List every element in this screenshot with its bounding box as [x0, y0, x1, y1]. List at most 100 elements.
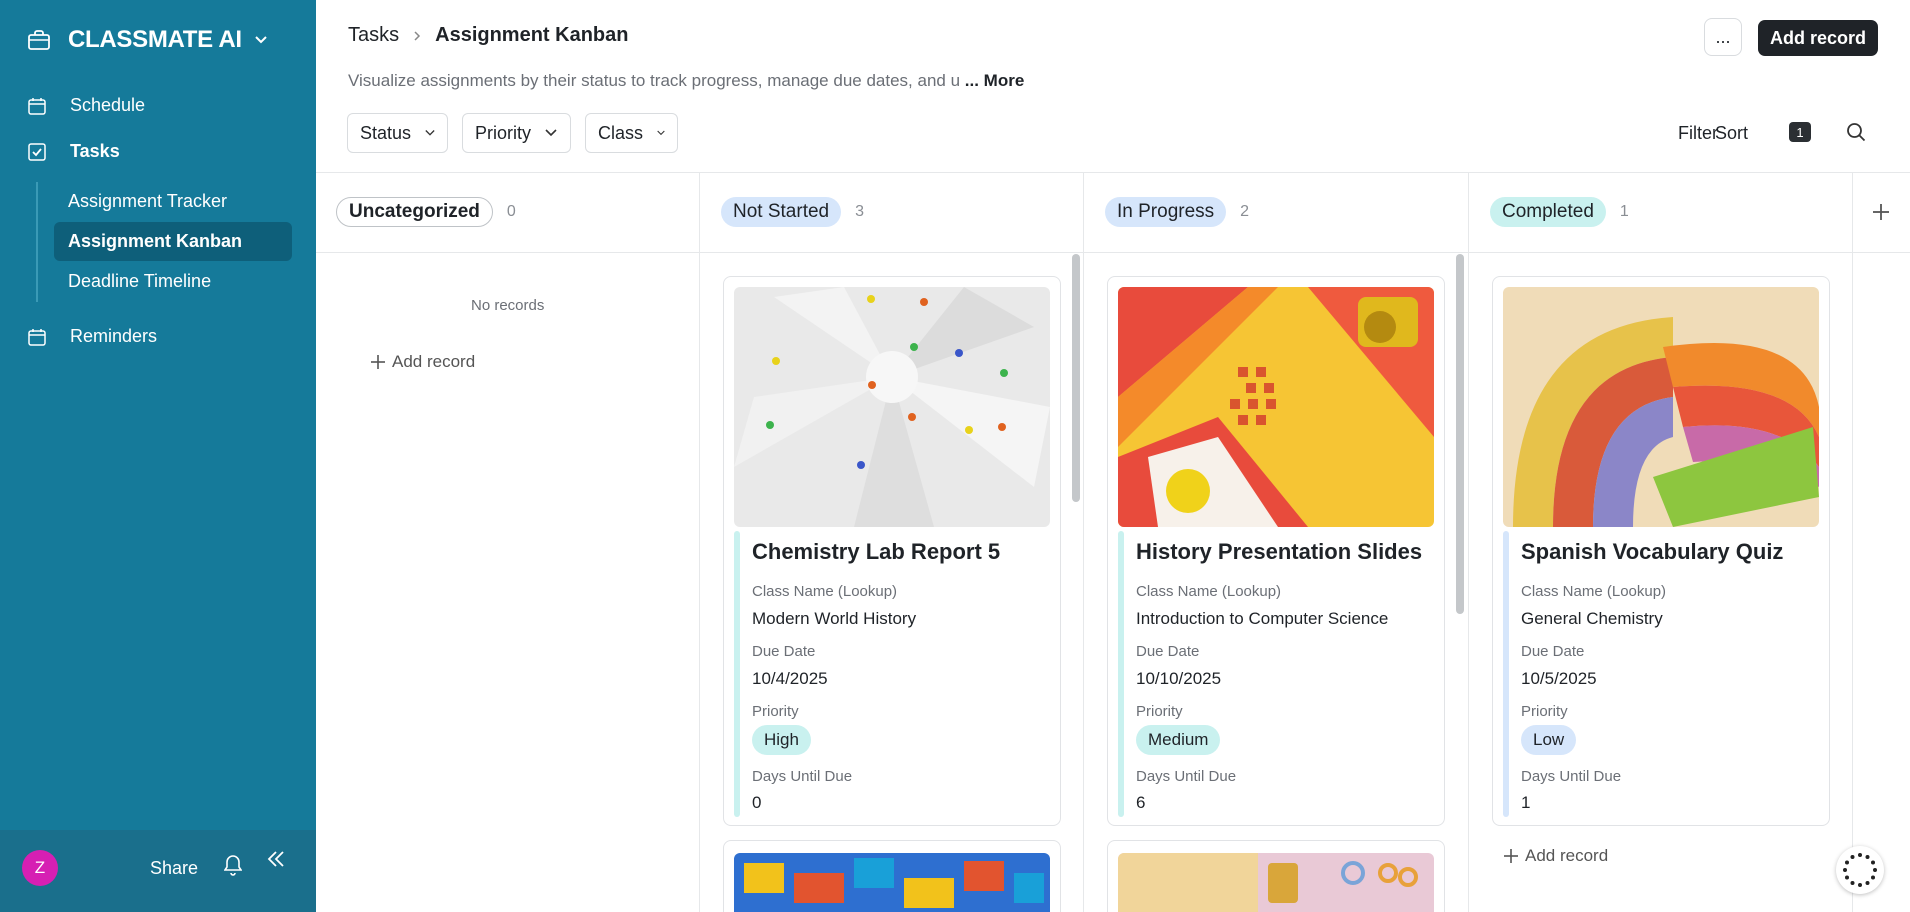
empty-state-text: No records: [471, 297, 545, 314]
add-record-label: Add record: [1525, 846, 1609, 865]
field-value: 6: [1136, 793, 1146, 812]
workspace-switcher[interactable]: CLASSMATE AI: [28, 26, 268, 54]
chevron-right-icon: [414, 30, 421, 41]
breadcrumb: Tasks Assignment Kanban: [348, 24, 628, 47]
priority-badge: Medium: [1136, 725, 1221, 755]
priority-badge: Low: [1521, 725, 1577, 755]
kanban-card[interactable]: History Presentation Slides Class Name (…: [1107, 276, 1445, 826]
field-value: 10/5/2025: [1521, 669, 1597, 688]
workspace-name: CLASSMATE AI: [68, 26, 242, 53]
sidebar-item-reminders[interactable]: Reminders: [28, 326, 157, 347]
field-label: Class Name (Lookup): [752, 583, 898, 600]
chevron-down-icon: [425, 130, 435, 136]
kanban-card[interactable]: Spanish Vocabulary Quiz Class Name (Look…: [1492, 276, 1830, 826]
column-count: 2: [1240, 203, 1250, 220]
sidebar-item-label: Deadline Timeline: [68, 271, 212, 291]
more-link[interactable]: ... More: [965, 71, 1025, 90]
field-label: Due Date: [1521, 643, 1585, 660]
field-label: Priority: [1521, 703, 1568, 720]
kanban-card[interactable]: [1107, 840, 1445, 912]
class-filter[interactable]: Class: [585, 113, 678, 153]
sidebar-item-label: Reminders: [70, 326, 158, 346]
field-value: Introduction to Computer Science: [1136, 609, 1389, 628]
column-label: Uncategorized: [336, 197, 493, 227]
field-label: Class Name (Lookup): [1136, 583, 1282, 600]
field-value: General Chemistry: [1521, 609, 1663, 628]
sort-button[interactable]: Sort: [1715, 123, 1748, 144]
board-top-divider: [316, 172, 1910, 173]
column-header-completed: Completed 1: [1490, 197, 1629, 227]
field-label: Priority: [752, 703, 799, 720]
field-label: Due Date: [1136, 643, 1200, 660]
sort-count-badge: 1: [1789, 122, 1811, 142]
add-record-button[interactable]: Add record: [1758, 20, 1878, 56]
card-cover-image: [734, 853, 1050, 912]
field-value: Modern World History: [752, 609, 917, 628]
kanban-card[interactable]: Chemistry Lab Report 5 Class Name (Looku…: [723, 276, 1061, 826]
sidebar-item-label: Tasks: [70, 141, 120, 161]
calendar-icon: [28, 328, 46, 346]
field-label: Days Until Due: [752, 768, 853, 785]
card-cover-image: [1503, 287, 1819, 527]
kanban-card[interactable]: [723, 840, 1061, 912]
status-filter[interactable]: Status: [347, 113, 448, 153]
bell-icon[interactable]: [224, 854, 242, 876]
page-title: Assignment Kanban: [435, 24, 629, 46]
collapse-sidebar-icon[interactable]: [266, 850, 286, 868]
description-text: Visualize assignments by their status to…: [348, 71, 961, 90]
field-value: 0: [752, 793, 762, 812]
breadcrumb-item-tasks[interactable]: Tasks: [348, 24, 399, 47]
add-record-completed[interactable]: Add record: [1503, 846, 1608, 866]
sidebar-item-schedule[interactable]: Schedule: [28, 95, 145, 116]
avatar[interactable]: Z: [22, 850, 58, 886]
field-label: Days Until Due: [1136, 768, 1237, 785]
filter-label: Priority: [475, 122, 532, 143]
field-label: Due Date: [752, 643, 816, 660]
card-cover-image: [1118, 287, 1434, 527]
sidebar: CLASSMATE AI Schedule Tasks Assignment T…: [0, 0, 316, 912]
field-label: Class Name (Lookup): [1521, 583, 1667, 600]
sidebar-item-label: Assignment Tracker: [68, 191, 228, 211]
filter-button[interactable]: Filter: [1678, 123, 1718, 144]
column-header-not-started: Not Started 3: [721, 197, 864, 227]
column-scrollbar[interactable]: [1456, 254, 1464, 614]
priority-badge: High: [752, 725, 811, 755]
add-column-button[interactable]: [1872, 196, 1890, 228]
column-divider: [1852, 172, 1853, 912]
filter-label: Class: [598, 122, 644, 143]
column-label: In Progress: [1105, 197, 1227, 227]
field-value: 10/4/2025: [752, 669, 828, 688]
assistant-button[interactable]: [1836, 846, 1884, 894]
column-label: Completed: [1490, 197, 1606, 227]
sidebar-item-tasks[interactable]: Tasks: [28, 141, 120, 162]
share-button[interactable]: Share: [150, 858, 198, 879]
column-divider: [699, 172, 700, 912]
column-count: 0: [506, 203, 516, 220]
sidebar-item-assignment-kanban[interactable]: Assignment Kanban: [54, 222, 292, 261]
column-scrollbar[interactable]: [1072, 254, 1080, 502]
column-header-in-progress: In Progress 2: [1105, 197, 1249, 227]
chevron-down-icon: [657, 130, 665, 136]
priority-filter[interactable]: Priority: [462, 113, 571, 153]
tasks-subnav: Assignment Tracker Assignment Kanban Dea…: [36, 182, 292, 302]
checkbox-icon: [28, 142, 46, 161]
column-count: 3: [855, 203, 865, 220]
add-record-uncategorized[interactable]: Add record: [370, 352, 475, 372]
plus-icon: [1873, 204, 1889, 220]
sidebar-item-deadline-timeline[interactable]: Deadline Timeline: [38, 262, 292, 301]
page-description: Visualize assignments by their status to…: [348, 71, 1024, 91]
more-options-button[interactable]: ...: [1704, 18, 1742, 56]
field-label: Days Until Due: [1521, 768, 1622, 785]
column-divider: [1468, 172, 1469, 912]
sidebar-item-label: Assignment Kanban: [68, 231, 243, 251]
sidebar-item-assignment-tracker[interactable]: Assignment Tracker: [38, 182, 292, 221]
card-title: Chemistry Lab Report 5: [752, 539, 1001, 564]
column-divider: [1083, 172, 1084, 912]
column-header-uncategorized: Uncategorized 0: [336, 197, 516, 227]
search-icon[interactable]: [1846, 122, 1866, 142]
plus-icon: [371, 355, 385, 369]
calendar-icon: [28, 97, 46, 115]
field-label: Priority: [1136, 703, 1183, 720]
add-record-label: Add record: [392, 352, 476, 371]
field-value: 10/10/2025: [1136, 669, 1222, 688]
